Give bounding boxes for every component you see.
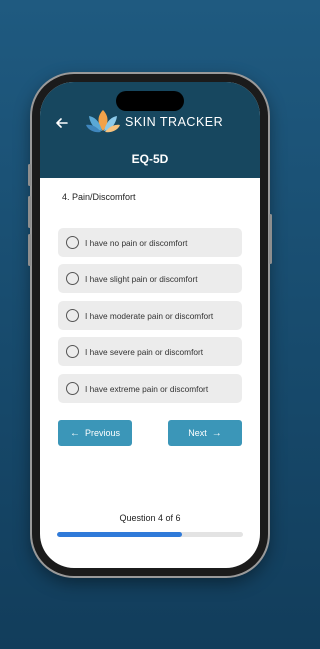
radio-button[interactable] <box>66 236 79 249</box>
radio-button[interactable] <box>66 309 79 322</box>
progress-label: Question 4 of 6 <box>119 513 181 523</box>
app-brand-name: SKIN TRACKER <box>125 115 224 129</box>
answer-option-label: I have severe pain or discomfort <box>85 346 204 357</box>
answer-option-label: I have no pain or discomfort <box>85 237 188 248</box>
previous-button[interactable]: ← Previous <box>58 420 132 446</box>
progress-bar-fill <box>57 532 182 537</box>
answer-option-label: I have extreme pain or discomfort <box>85 383 209 394</box>
page-title: EQ-5D <box>131 152 169 166</box>
radio-button[interactable] <box>66 382 79 395</box>
answer-option-label: I have slight pain or discomfort <box>85 273 198 284</box>
back-arrow-icon[interactable] <box>54 115 70 131</box>
dynamic-island <box>116 91 184 111</box>
phone-frame: SKIN TRACKER EQ-5D 4. Pain/Discomfort I … <box>28 74 272 576</box>
answer-option[interactable]: I have extreme pain or discomfort <box>58 374 242 403</box>
answer-option[interactable]: I have no pain or discomfort <box>58 228 242 257</box>
answer-option[interactable]: I have severe pain or discomfort <box>58 337 242 366</box>
phone-side-button <box>269 214 272 264</box>
phone-side-button <box>28 164 31 186</box>
next-button[interactable]: Next → <box>168 420 242 446</box>
progress-bar <box>57 532 243 537</box>
answer-option-label: I have moderate pain or discomfort <box>85 310 214 321</box>
arrow-right-icon: → <box>211 427 222 439</box>
answer-option[interactable]: I have moderate pain or discomfort <box>58 301 242 330</box>
phone-side-button <box>28 196 31 228</box>
radio-button[interactable] <box>66 345 79 358</box>
app-header: SKIN TRACKER EQ-5D <box>40 82 260 178</box>
lotus-logo <box>86 110 120 133</box>
question-title: 4. Pain/Discomfort <box>62 192 136 202</box>
next-button-label: Next <box>188 428 207 438</box>
arrow-left-icon: ← <box>69 427 80 439</box>
phone-side-button <box>28 234 31 266</box>
previous-button-label: Previous <box>84 428 120 438</box>
app-screen: SKIN TRACKER EQ-5D 4. Pain/Discomfort I … <box>40 82 260 568</box>
answer-option[interactable]: I have slight pain or discomfort <box>58 264 242 293</box>
radio-button[interactable] <box>66 272 79 285</box>
